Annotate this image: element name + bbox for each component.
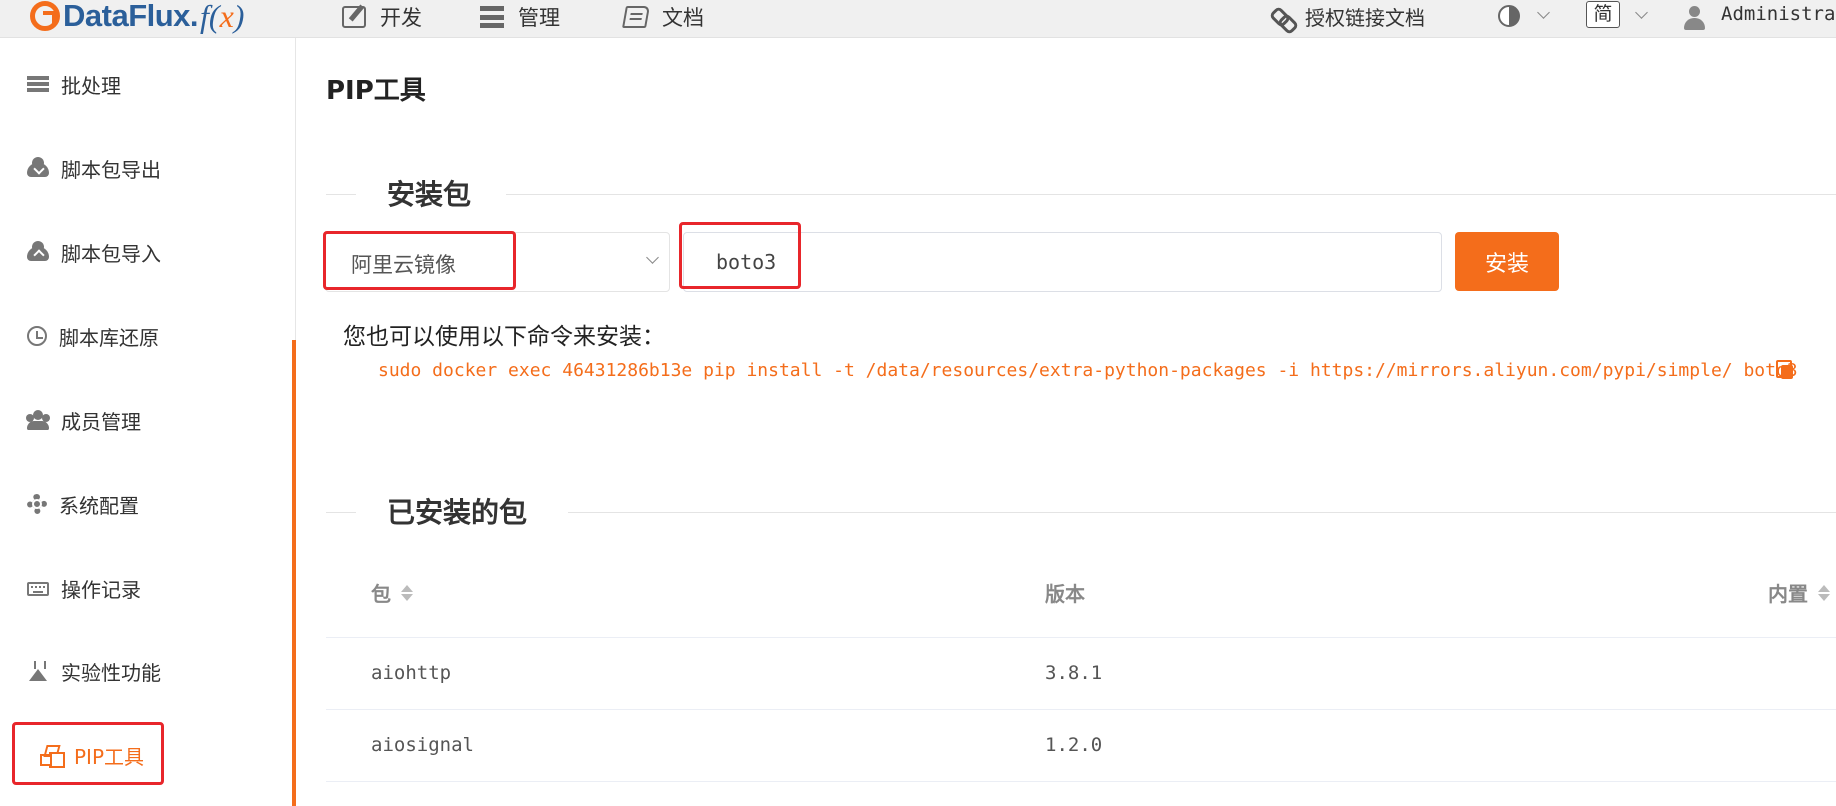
theme-chevron-down-icon[interactable] xyxy=(1537,6,1550,19)
sidebar-item-label: 实验性功能 xyxy=(61,660,161,685)
sidebar-item-operation-log[interactable]: 操作记录 xyxy=(27,573,141,603)
nav-docs-label: 文档 xyxy=(662,5,704,30)
flask-icon xyxy=(27,661,49,681)
sort-icon[interactable] xyxy=(401,583,413,603)
page-title: PIP工具 xyxy=(326,76,426,106)
cloud-download-icon xyxy=(27,157,49,177)
sidebar-item-label: 系统配置 xyxy=(59,493,139,518)
sort-icon[interactable] xyxy=(1818,583,1830,603)
user-icon[interactable] xyxy=(1683,6,1705,30)
logo-fx: f(x) xyxy=(200,0,245,34)
app-logo[interactable]: DataFlux. f(x) xyxy=(30,0,244,36)
batch-icon xyxy=(27,76,49,92)
installed-section-header: 已安装的包 xyxy=(326,493,1836,533)
install-button[interactable]: 安装 xyxy=(1455,232,1559,291)
package-input-wrapper xyxy=(683,232,1442,292)
auth-link-docs[interactable]: 授权链接文档 xyxy=(1271,0,1425,33)
table-cell-version: 1.2.0 xyxy=(1045,734,1103,756)
top-navbar: DataFlux. f(x) 开发 管理 文档 授权链接文档 简 Adminis… xyxy=(0,0,1836,38)
install-section-title: 安装包 xyxy=(387,178,472,211)
divider xyxy=(568,512,1836,513)
install-section-header: 安装包 xyxy=(326,175,1836,215)
mirror-select[interactable]: 阿里云镜像 xyxy=(325,232,670,292)
logo-name: DataFlux. xyxy=(63,0,199,33)
user-name[interactable]: Administrat xyxy=(1721,3,1836,25)
nav-manage[interactable]: 管理 xyxy=(480,0,560,33)
edit-icon xyxy=(342,5,366,28)
sidebar-item-label: 批处理 xyxy=(61,73,121,98)
table-row-divider xyxy=(326,709,1836,710)
logo-mark-icon xyxy=(30,1,60,31)
sidebar-item-batch[interactable]: 批处理 xyxy=(27,69,121,99)
command-hint: 您也可以使用以下命令来安装： xyxy=(343,324,665,350)
table-header-builtin[interactable]: 内置 xyxy=(1768,578,1830,607)
table-header-package[interactable]: 包 xyxy=(371,578,413,607)
sidebar: 批处理 脚本包导出 脚本包导入 脚本库还原 成员管理 系统配置 操作记录 实验性… xyxy=(0,38,296,806)
auth-link-label: 授权链接文档 xyxy=(1305,6,1425,30)
install-command: sudo docker exec 46431286b13e pip instal… xyxy=(378,360,1798,381)
keyboard-icon xyxy=(27,582,49,596)
sidebar-item-label: 脚本包导入 xyxy=(61,241,161,266)
table-row-divider xyxy=(326,637,1836,638)
lang-chevron-down-icon[interactable] xyxy=(1635,6,1648,19)
sidebar-item-script-export[interactable]: 脚本包导出 xyxy=(27,153,161,183)
sidebar-item-label: 脚本库还原 xyxy=(59,325,159,350)
chevron-down-icon xyxy=(646,251,659,264)
nav-develop[interactable]: 开发 xyxy=(342,0,422,33)
table-cell-package: aiosignal xyxy=(371,734,474,756)
installed-section-title: 已安装的包 xyxy=(387,496,528,529)
table-row-divider xyxy=(326,781,1836,782)
sidebar-item-pip-tool[interactable]: PIP工具 xyxy=(40,740,144,770)
mirror-select-value: 阿里云镜像 xyxy=(351,253,456,277)
sidebar-item-label: 成员管理 xyxy=(61,409,141,434)
gear-icon xyxy=(27,494,47,514)
nav-manage-label: 管理 xyxy=(518,5,560,30)
server-icon xyxy=(480,5,504,28)
sidebar-item-experimental[interactable]: 实验性功能 xyxy=(27,656,161,686)
package-input[interactable] xyxy=(684,233,1441,291)
sidebar-item-label: 脚本包导出 xyxy=(61,157,161,182)
link-icon xyxy=(1271,6,1293,28)
table-header-version: 版本 xyxy=(1045,578,1085,607)
sidebar-item-script-restore[interactable]: 脚本库还原 xyxy=(27,321,159,351)
language-selector[interactable]: 简 xyxy=(1586,1,1620,28)
sidebar-item-system-config[interactable]: 系统配置 xyxy=(27,489,139,519)
cubes-icon xyxy=(40,745,62,766)
table-cell-version: 3.8.1 xyxy=(1045,662,1103,684)
divider xyxy=(326,194,356,195)
divider xyxy=(326,512,356,513)
table-header-label: 版本 xyxy=(1045,582,1085,606)
sidebar-scroll-indicator xyxy=(292,340,296,806)
table-header-label: 内置 xyxy=(1768,582,1808,606)
theme-toggle-icon[interactable] xyxy=(1498,5,1520,27)
history-icon xyxy=(27,326,47,346)
nav-develop-label: 开发 xyxy=(380,5,422,30)
table-cell-package: aiohttp xyxy=(371,662,452,684)
divider xyxy=(506,194,1836,195)
users-icon xyxy=(27,410,49,430)
copy-icon[interactable] xyxy=(1776,360,1793,379)
sidebar-item-label: 操作记录 xyxy=(61,577,141,602)
sidebar-item-script-import[interactable]: 脚本包导入 xyxy=(27,237,161,267)
sidebar-item-members[interactable]: 成员管理 xyxy=(27,405,141,435)
nav-docs[interactable]: 文档 xyxy=(622,0,704,33)
table-header-label: 包 xyxy=(371,582,391,606)
book-icon xyxy=(622,5,650,28)
cloud-upload-icon xyxy=(27,241,49,261)
sidebar-item-label: PIP工具 xyxy=(74,744,145,769)
